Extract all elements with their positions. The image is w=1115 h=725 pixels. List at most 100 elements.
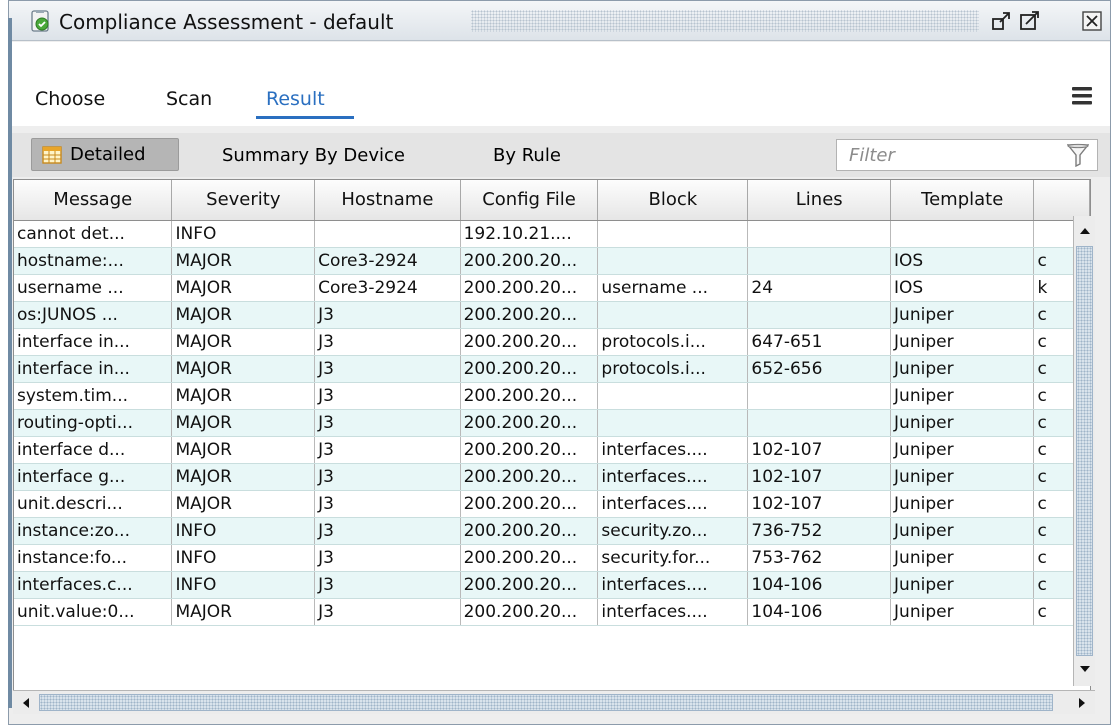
table-row[interactable]: username ... MAJOR Core3-2924 200.200.20...… [14, 274, 1090, 302]
cell-template: Juniper [890, 517, 1035, 545]
cell-message: unit.descri... [14, 490, 173, 518]
cell-lines [747, 220, 892, 248]
by-rule-button[interactable]: By Rule [493, 145, 561, 166]
cell-template: Juniper [890, 463, 1035, 491]
cell-config-file: 200.200.20... [460, 382, 599, 410]
detailed-view-button[interactable]: Detailed [31, 138, 179, 171]
cell-template: Juniper [890, 490, 1035, 518]
cell-hostname: J3 [314, 382, 461, 410]
cell-block: interfaces.... [597, 490, 749, 518]
cell-block: interfaces.... [597, 436, 749, 464]
cell-severity: MAJOR [171, 436, 316, 464]
table-row[interactable]: unit.value:0... MAJOR J3 200.200.20... inter… [14, 598, 1090, 626]
table-row[interactable]: interface d... MAJOR J3 200.200.20... interf… [14, 436, 1090, 464]
cell-template: IOS [890, 274, 1035, 302]
cell-template: Juniper [890, 571, 1035, 599]
titlebar-drag-area[interactable] [471, 10, 979, 32]
column-header-block[interactable]: Block [597, 180, 749, 221]
filter-input[interactable] [836, 139, 1098, 171]
cell-hostname: Core3-2924 [314, 247, 461, 275]
scroll-left-icon[interactable] [19, 696, 33, 710]
cell-config-file: 200.200.20... [460, 571, 599, 599]
view-toolbar: Detailed Summary By Device By Rule [9, 133, 1110, 177]
vertical-scroll-thumb[interactable] [1076, 246, 1093, 656]
cell-block [597, 382, 749, 410]
table-row[interactable]: routing-opti... MAJOR J3 200.200.20... Junip… [14, 409, 1090, 437]
cell-lines: 104-106 [747, 571, 892, 599]
window-titlebar[interactable]: Compliance Assessment - default [9, 1, 1110, 41]
cell-template: Juniper [890, 544, 1035, 572]
table-row[interactable]: interfaces.c... INFO J3 200.200.20... interf… [14, 571, 1090, 599]
float-window-icon[interactable] [991, 10, 1013, 32]
cell-config-file: 200.200.20... [460, 274, 599, 302]
column-header-overflow[interactable] [1033, 180, 1090, 221]
maximize-icon[interactable] [1019, 10, 1041, 32]
horizontal-scroll-thumb[interactable] [39, 694, 1053, 711]
cell-template [890, 220, 1035, 248]
cell-hostname: J3 [314, 598, 461, 626]
cell-config-file: 200.200.20... [460, 490, 599, 518]
table-row[interactable]: os:JUNOS ... MAJOR J3 200.200.20... Juniper c [14, 301, 1090, 329]
cell-config-file: 200.200.20... [460, 409, 599, 437]
cell-template: IOS [890, 247, 1035, 275]
table-row[interactable]: cannot det... INFO 192.10.21.... [14, 220, 1090, 248]
cell-lines [747, 382, 892, 410]
hamburger-menu-icon[interactable] [1071, 86, 1093, 106]
column-header-lines[interactable]: Lines [747, 180, 892, 221]
cell-lines: 736-752 [747, 517, 892, 545]
scroll-right-icon[interactable] [1075, 696, 1089, 710]
results-table-container[interactable]: Message Severity Hostname Config File Bl… [13, 179, 1091, 693]
close-icon[interactable] [1081, 10, 1103, 32]
cell-hostname [314, 220, 461, 248]
window-left-border [8, 18, 12, 708]
cell-message: cannot det... [14, 220, 173, 248]
cell-message: interfaces.c... [14, 571, 173, 599]
tab-result[interactable]: Result [266, 88, 325, 110]
table-row[interactable]: hostname:... MAJOR Core3-2924 200.200.20...… [14, 247, 1090, 275]
table-row[interactable]: unit.descri... MAJOR J3 200.200.20... interf… [14, 490, 1090, 518]
column-header-template[interactable]: Template [890, 180, 1035, 221]
funnel-icon[interactable] [1067, 143, 1089, 167]
cell-config-file: 200.200.20... [460, 355, 599, 383]
vertical-scrollbar[interactable] [1073, 216, 1095, 686]
cell-template: Juniper [890, 436, 1035, 464]
cell-block [597, 409, 749, 437]
scroll-down-icon[interactable] [1078, 662, 1092, 676]
scroll-up-icon[interactable] [1078, 224, 1092, 238]
cell-severity: MAJOR [171, 301, 316, 329]
table-row[interactable]: interface in... MAJOR J3 200.200.20... proto… [14, 355, 1090, 383]
tab-scan[interactable]: Scan [166, 88, 212, 110]
column-header-severity[interactable]: Severity [171, 180, 316, 221]
cell-config-file: 200.200.20... [460, 436, 599, 464]
cell-block: interfaces.... [597, 598, 749, 626]
table-header-row: Message Severity Hostname Config File Bl… [14, 180, 1090, 221]
table-row[interactable]: instance:zo... INFO J3 200.200.20... securit… [14, 517, 1090, 545]
table-row[interactable]: system.tim... MAJOR J3 200.200.20... Juniper… [14, 382, 1090, 410]
cell-block: protocols.i... [597, 328, 749, 356]
cell-message: username ... [14, 274, 173, 302]
column-header-message[interactable]: Message [14, 180, 173, 221]
table-row[interactable]: interface in... MAJOR J3 200.200.20... proto… [14, 328, 1090, 356]
tab-choose[interactable]: Choose [35, 88, 105, 110]
cell-message: instance:zo... [14, 517, 173, 545]
table-row[interactable]: interface g... MAJOR J3 200.200.20... interf… [14, 463, 1090, 491]
cell-lines: 102-107 [747, 490, 892, 518]
cell-message: system.tim... [14, 382, 173, 410]
cell-config-file: 200.200.20... [460, 544, 599, 572]
table-grid-icon [42, 146, 62, 164]
cell-lines: 102-107 [747, 436, 892, 464]
summary-by-device-button[interactable]: Summary By Device [222, 145, 405, 166]
column-header-config-file[interactable]: Config File [460, 180, 599, 221]
detailed-view-label: Detailed [70, 144, 146, 165]
cell-severity: INFO [171, 571, 316, 599]
column-header-hostname[interactable]: Hostname [314, 180, 461, 221]
cell-lines: 24 [747, 274, 892, 302]
cell-template: Juniper [890, 301, 1035, 329]
cell-severity: MAJOR [171, 355, 316, 383]
table-row[interactable]: instance:fo... INFO J3 200.200.20... securit… [14, 544, 1090, 572]
cell-severity: MAJOR [171, 328, 316, 356]
cell-severity: MAJOR [171, 598, 316, 626]
cell-config-file: 200.200.20... [460, 517, 599, 545]
horizontal-scrollbar[interactable] [13, 690, 1095, 714]
cell-severity: MAJOR [171, 274, 316, 302]
